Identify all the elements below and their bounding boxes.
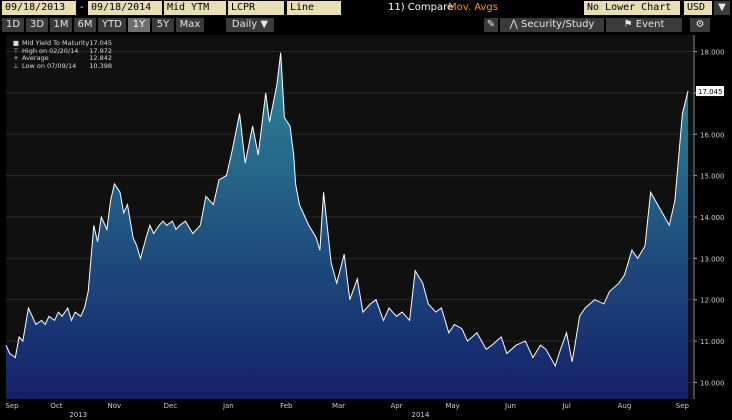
x-tick-label: Apr xyxy=(390,402,402,410)
y-tick-label: 16.000 xyxy=(700,131,725,139)
yield-chart: 10.000 11.000 12.000 13.000 14.000 15.000 16.0… xyxy=(5,35,725,419)
event-label: Event xyxy=(635,19,665,30)
edit-icon[interactable]: ✎ xyxy=(484,18,498,32)
y-tick-label: 14.000 xyxy=(700,214,725,222)
x-year-label: 2014 xyxy=(411,411,429,419)
range-button[interactable]: 3D xyxy=(26,18,48,32)
header-toolbar: 09/18/2013 - 09/18/2014 Mid YTM LCPR Lin… xyxy=(0,0,732,17)
end-date-field[interactable]: 09/18/2014 xyxy=(88,1,162,15)
range-button[interactable]: 1Y xyxy=(128,18,150,32)
lower-chart-selector[interactable]: No Lower Chart xyxy=(584,1,680,15)
x-tick-label: Jan xyxy=(222,402,234,410)
source-field[interactable]: LCPR xyxy=(228,1,284,15)
x-tick-label: Jun xyxy=(504,402,516,410)
frequency-selector[interactable]: Daily ▼ xyxy=(226,18,274,32)
x-tick-label: May xyxy=(445,402,459,410)
range-button[interactable]: YTD xyxy=(98,18,126,32)
compare-button[interactable]: 11) Compare xyxy=(388,1,453,15)
y-tick-label: 10.000 xyxy=(700,379,725,387)
flag-icon: ⚑ xyxy=(623,19,633,30)
event-button[interactable]: ⚑ Event xyxy=(606,18,682,32)
range-button[interactable]: 1D xyxy=(2,18,24,32)
range-toolbar: 1D 3D 1M 6M YTD 1Y 5Y Max Daily ▼ ✎ ⋀ Security/… xyxy=(0,17,732,33)
chevron-down-icon[interactable]: ▼ xyxy=(714,1,730,15)
field-selector[interactable]: Mid YTM xyxy=(164,1,226,15)
x-tick-label: Mar xyxy=(332,402,345,410)
security-study-button[interactable]: ⋀ Security/Study xyxy=(500,18,604,32)
range-button[interactable]: 5Y xyxy=(152,18,174,32)
range-button[interactable]: 1M xyxy=(50,18,72,32)
date-separator: - xyxy=(80,2,84,13)
x-tick-label: Feb xyxy=(280,402,293,410)
low-marker-icon: ⊥ xyxy=(13,61,19,70)
x-tick-label: Oct xyxy=(50,402,62,410)
x-tick-label: Sep xyxy=(676,402,690,410)
currency-selector[interactable]: USD xyxy=(684,1,712,15)
last-value-label: 17.045 xyxy=(698,88,723,96)
mov-avgs-button[interactable]: Mov. Avgs xyxy=(448,1,498,15)
x-year-label: 2013 xyxy=(69,411,87,419)
range-button[interactable]: 6M xyxy=(74,18,96,32)
x-tick-label: Dec xyxy=(164,402,178,410)
chart-style-selector[interactable]: Line xyxy=(287,1,341,15)
y-tick-label: 12.000 xyxy=(700,297,725,305)
range-button[interactable]: Max xyxy=(176,18,204,32)
frequency-label: Daily xyxy=(231,19,258,30)
legend-label: Low on 07/09/14 xyxy=(22,61,77,70)
y-tick-label: 13.000 xyxy=(700,255,725,263)
gear-icon[interactable]: ⚙ xyxy=(690,18,710,32)
security-study-label: Security/Study xyxy=(521,19,595,30)
x-tick-label: Aug xyxy=(618,402,632,410)
x-tick-label: Sep xyxy=(5,402,19,410)
x-tick-label: Jul xyxy=(561,402,571,410)
chart-legend: ■ Mid Yield To Maturity 17.045 ⊤ High on… xyxy=(10,39,112,71)
legend-row-low: ⊥ Low on 07/09/14 10.398 xyxy=(10,61,112,71)
y-tick-label: 18.000 xyxy=(700,49,725,57)
y-tick-label: 15.000 xyxy=(700,173,725,181)
legend-value: 10.398 xyxy=(89,61,112,70)
chart-icon: ⋀ xyxy=(509,19,518,30)
start-date-field[interactable]: 09/18/2013 xyxy=(2,1,76,15)
x-tick-label: Nov xyxy=(108,402,122,410)
y-tick-label: 11.000 xyxy=(700,338,725,346)
